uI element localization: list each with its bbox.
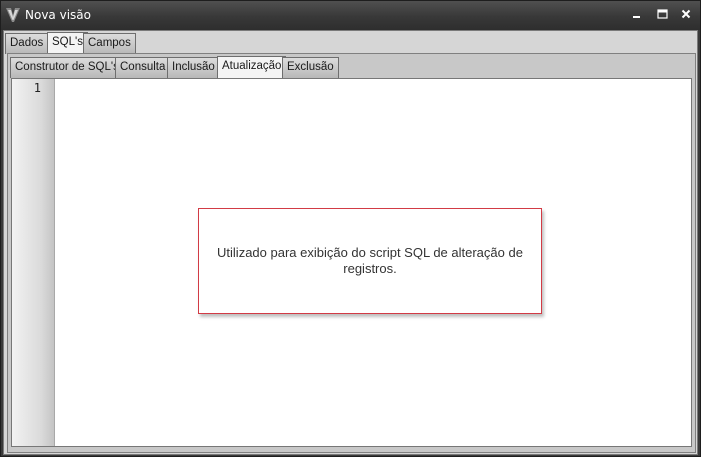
tab-label: Campos xyxy=(88,37,131,49)
help-tooltip: Utilizado para exibição do script SQL de… xyxy=(198,208,542,314)
tab-consulta[interactable]: Consulta xyxy=(115,57,171,78)
tab-exclusao[interactable]: Exclusão xyxy=(282,57,339,78)
title-bar[interactable]: Nova visão xyxy=(1,1,700,30)
line-number: 1 xyxy=(33,81,41,95)
app-logo-icon xyxy=(5,6,21,24)
minimize-icon xyxy=(632,9,642,22)
tab-construtor-de-sqls[interactable]: Construtor de SQL's xyxy=(10,57,124,78)
close-icon xyxy=(681,9,691,22)
tooltip-text: Utilizado para exibição do script SQL de… xyxy=(217,244,523,276)
tab-atualizacao[interactable]: Atualização xyxy=(217,56,287,78)
tab-sqls[interactable]: SQL's xyxy=(47,32,88,54)
window-title: Nova visão xyxy=(25,8,91,22)
close-button[interactable] xyxy=(677,7,695,23)
tab-label: Consulta xyxy=(120,61,166,73)
tab-label: SQL's xyxy=(52,36,83,48)
window: Nova visão Dados SQL's Campos Construtor… xyxy=(0,0,701,457)
tab-label: Construtor de SQL's xyxy=(15,61,119,73)
maximize-icon xyxy=(656,8,668,22)
tab-label: Exclusão xyxy=(287,61,334,73)
tab-inclusao[interactable]: Inclusão xyxy=(167,57,220,78)
minimize-button[interactable] xyxy=(628,7,646,23)
tab-dados[interactable]: Dados xyxy=(5,33,49,54)
maximize-button[interactable] xyxy=(653,7,671,23)
tab-campos[interactable]: Campos xyxy=(83,33,136,54)
line-number-gutter: 1 xyxy=(12,79,55,446)
tab-label: Inclusão xyxy=(172,61,215,73)
tab-label: Dados xyxy=(10,37,44,49)
tab-label: Atualização xyxy=(222,60,282,72)
